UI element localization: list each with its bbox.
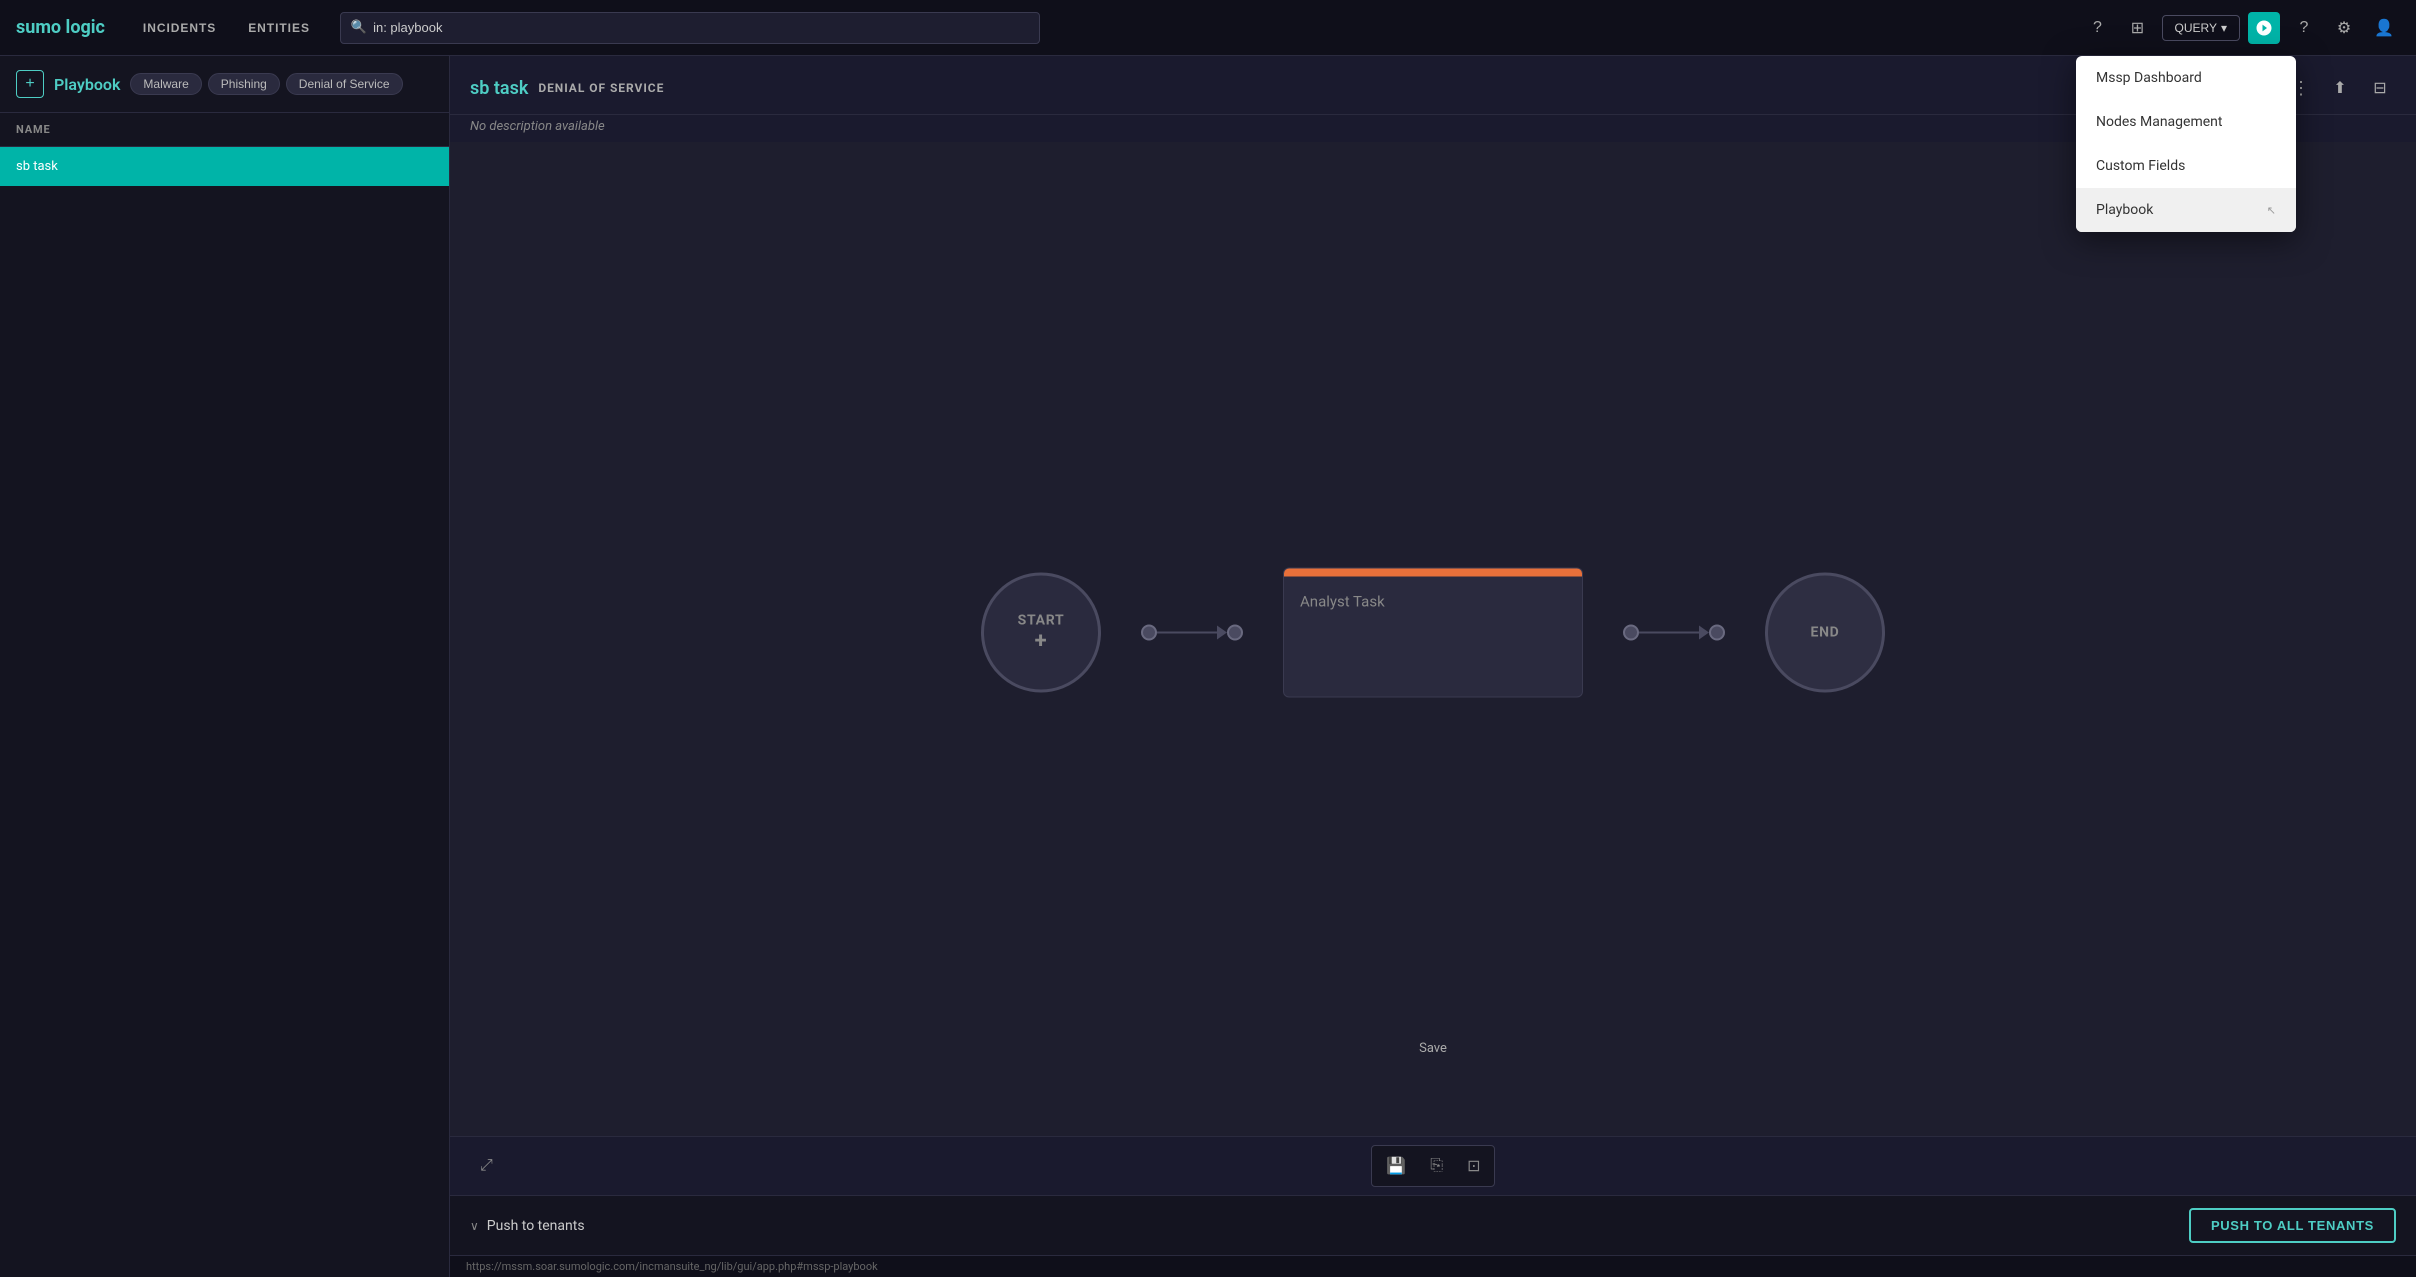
- conn-line-1: [1157, 632, 1217, 634]
- main-layout: + Playbook Malware Phishing Denial of Se…: [0, 56, 2416, 1277]
- tag-denial-of-service[interactable]: Denial of Service: [286, 73, 403, 95]
- connector-start-task: [1141, 625, 1243, 641]
- tag-buttons: Malware Phishing Denial of Service: [130, 73, 402, 95]
- incidents-nav[interactable]: INCIDENTS: [133, 15, 226, 41]
- flow-container: START + Analyst Task: [981, 568, 1885, 698]
- top-nav: sumo logic INCIDENTS ENTITIES 🔍 ? ⊞ QUER…: [0, 0, 2416, 56]
- list-item-sb-task[interactable]: sb task: [0, 147, 449, 186]
- start-label: START: [1018, 612, 1065, 628]
- content-header-left: sb task DENIAL OF SERVICE: [470, 78, 664, 99]
- help-icon-btn[interactable]: ?: [2288, 12, 2320, 44]
- status-bar: https://mssm.soar.sumologic.com/incmansu…: [450, 1255, 2416, 1277]
- task-node-header: [1284, 569, 1582, 577]
- list-item-label: sb task: [16, 159, 58, 174]
- app-logo: sumo logic: [16, 17, 105, 38]
- connector-task-end: [1623, 625, 1725, 641]
- search-icon: 🔍: [351, 20, 367, 35]
- plus-icon: +: [25, 75, 34, 93]
- conn-dot-task-right: [1623, 625, 1639, 641]
- grid-icon-btn[interactable]: ⊞: [2122, 12, 2154, 44]
- conn-dot-start: [1141, 625, 1157, 641]
- expand-icon-btn[interactable]: ⤢: [470, 1151, 503, 1181]
- start-plus-icon: +: [1035, 628, 1048, 653]
- toolbar-left: ⤢: [470, 1151, 503, 1181]
- copy-node-btn[interactable]: ⎘: [1420, 1150, 1453, 1182]
- search-bar: 🔍: [340, 12, 1040, 44]
- task-node[interactable]: Analyst Task: [1283, 568, 1583, 698]
- settings-icon-btn[interactable]: ⊟: [2364, 72, 2396, 104]
- end-node[interactable]: END: [1765, 573, 1885, 693]
- conn-dot-task-left: [1227, 625, 1243, 641]
- tag-phishing[interactable]: Phishing: [208, 73, 280, 95]
- playbook-icon-btn[interactable]: [2248, 12, 2280, 44]
- entities-nav[interactable]: ENTITIES: [238, 15, 320, 41]
- status-url: https://mssm.soar.sumologic.com/incmansu…: [466, 1260, 878, 1273]
- end-label: END: [1811, 625, 1840, 641]
- dropdown-item-custom-fields[interactable]: Custom Fields: [2076, 144, 2296, 188]
- start-node[interactable]: START +: [981, 573, 1101, 693]
- canvas-area[interactable]: START + Analyst Task: [450, 142, 2416, 1136]
- task-name: sb task: [470, 78, 528, 99]
- cursor-indicator: ↖: [2267, 204, 2276, 217]
- search-input[interactable]: [373, 20, 1029, 35]
- conn-arrow-1: [1217, 626, 1227, 640]
- save-node-btn[interactable]: 💾: [1376, 1150, 1416, 1182]
- conn-line-2: [1639, 632, 1699, 634]
- push-all-tenants-button[interactable]: PUSH TO ALL TENANTS: [2189, 1208, 2396, 1243]
- gear-icon-btn[interactable]: ⚙: [2328, 12, 2360, 44]
- user-icon-btn[interactable]: 👤: [2368, 12, 2400, 44]
- push-bar-left[interactable]: ∨ Push to tenants: [470, 1218, 585, 1234]
- conn-dot-end: [1709, 625, 1725, 641]
- task-tag: DENIAL OF SERVICE: [538, 81, 664, 95]
- push-bar: ∨ Push to tenants PUSH TO ALL TENANTS: [450, 1195, 2416, 1255]
- column-header-name: NAME: [0, 113, 449, 147]
- canvas-toolbar: ⤢ 💾 ⎘ ⊡: [450, 1136, 2416, 1195]
- chevron-down-icon: ▾: [2221, 21, 2227, 35]
- add-playbook-button[interactable]: +: [16, 70, 44, 98]
- right-content: sb task DENIAL OF SERVICE ✏ Draft ⋮ ⬆ ⊟ …: [450, 56, 2416, 1277]
- sidebar-header: + Playbook Malware Phishing Denial of Se…: [0, 56, 449, 113]
- dropdown-item-playbook[interactable]: Playbook ↖: [2076, 188, 2296, 232]
- left-sidebar: + Playbook Malware Phishing Denial of Se…: [0, 56, 450, 1277]
- nav-right: ? ⊞ QUERY ▾ ? ⚙ 👤: [2082, 12, 2401, 44]
- toolbar-center: 💾 ⎘ ⊡: [1371, 1145, 1495, 1187]
- dropdown-item-nodes-management[interactable]: Nodes Management: [2076, 100, 2296, 144]
- task-node-body: Analyst Task: [1284, 577, 1582, 627]
- push-bar-label: Push to tenants: [487, 1218, 585, 1234]
- dropdown-item-mssp-dashboard[interactable]: Mssp Dashboard: [2076, 56, 2296, 100]
- conn-arrow-2: [1699, 626, 1709, 640]
- sidebar-title: Playbook: [54, 75, 120, 94]
- chevron-icon: ∨: [470, 1219, 479, 1233]
- share-icon-btn[interactable]: ⬆: [2324, 72, 2356, 104]
- fit-btn[interactable]: ⊡: [1457, 1150, 1490, 1182]
- dropdown-menu: Mssp Dashboard Nodes Management Custom F…: [2076, 56, 2296, 232]
- query-button[interactable]: QUERY ▾: [2162, 15, 2241, 41]
- save-label: Save: [1419, 1041, 1447, 1056]
- tag-malware[interactable]: Malware: [130, 73, 201, 95]
- question-icon-btn[interactable]: ?: [2082, 12, 2114, 44]
